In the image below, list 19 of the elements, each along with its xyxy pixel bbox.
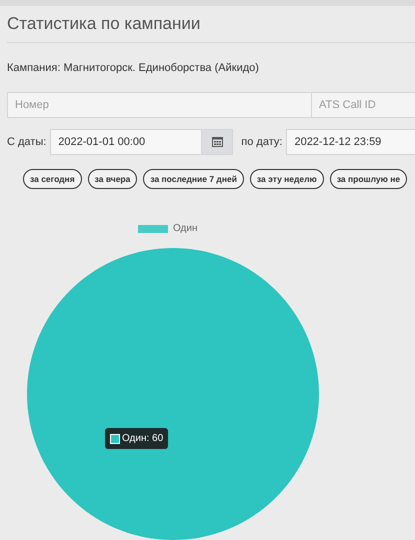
date-range-button[interactable]: за вчера [88, 168, 138, 190]
tooltip-text: Один: 60 [122, 432, 164, 446]
date-to-field[interactable]: 2022-12-12 23:59 [286, 128, 415, 155]
number-field[interactable]: Номер [7, 92, 312, 118]
calendar-button[interactable] [202, 128, 234, 155]
campaign-label: Кампания: Магнитогорск. Единоборства (Айкидо) [7, 61, 260, 76]
legend-swatch [138, 224, 168, 233]
date-range-button[interactable]: за прошлую не [330, 168, 408, 190]
legend-label: Один [173, 222, 198, 236]
date-range-button[interactable]: за эту неделю [250, 168, 324, 190]
color-swatch [110, 434, 120, 444]
date-from-label: С даты: [7, 134, 46, 150]
ats-call-id-field[interactable]: ATS Call ID [312, 92, 415, 118]
date-range-button[interactable]: за последние 7 дней [143, 168, 244, 190]
date-from-field[interactable]: 2022-01-01 00:00 [50, 128, 202, 155]
page-title: Статистика по кампании [7, 6, 415, 44]
calendar-icon [212, 136, 223, 148]
date-to-label: по дату: [241, 134, 282, 150]
date-range-button[interactable]: за сегодня [23, 168, 82, 190]
